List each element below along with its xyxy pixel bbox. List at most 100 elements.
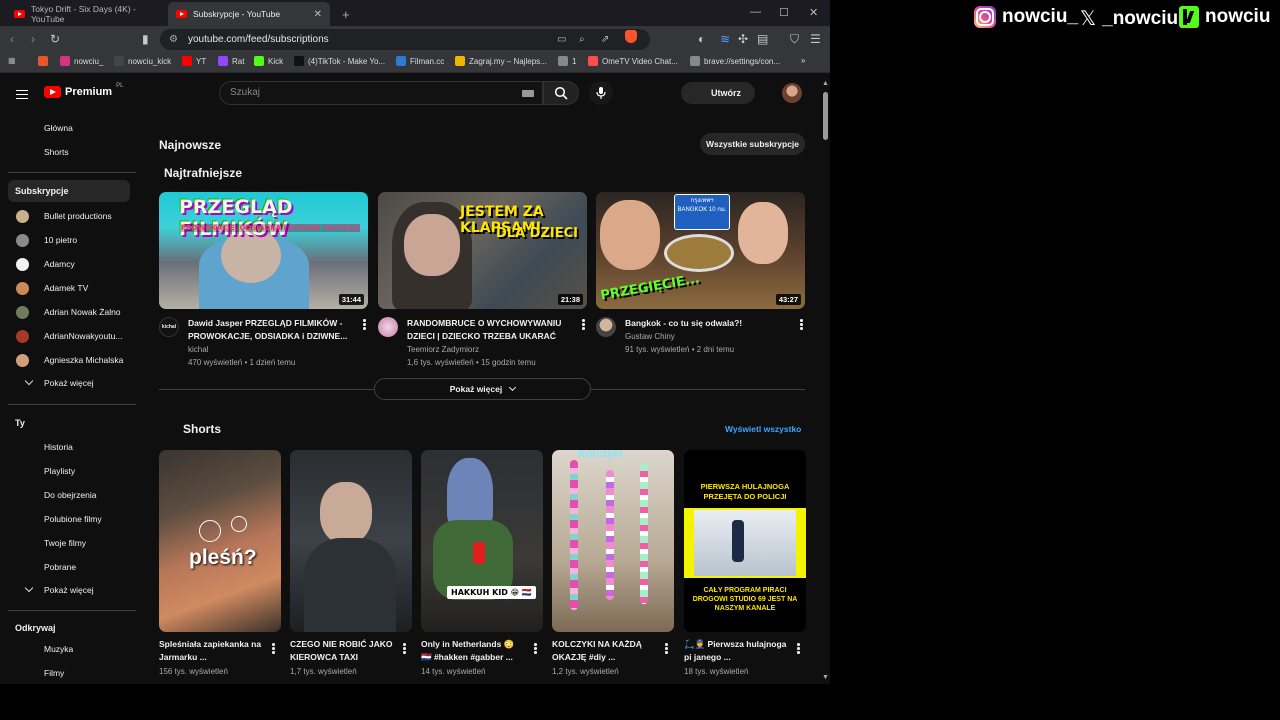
bookmark-icon[interactable]: ▮ [142, 31, 149, 47]
more-actions-icon[interactable] [582, 319, 585, 331]
scrollbar[interactable]: ▲ ▼ [820, 80, 830, 684]
sidebar-channel-item[interactable]: Bullet productions [8, 205, 130, 227]
video-card[interactable]: กรุงเทพฯ BANGKOK 10 กม. PRZEGIĘCIE... 43… [596, 192, 805, 365]
hamburger-menu-icon[interactable] [16, 87, 28, 102]
sidebar-show-more-you[interactable]: Pokaż więcej [8, 579, 130, 601]
short-card[interactable]: PIERWSZA HULAJNOGA PRZEJĘTA DO POLICJI C… [684, 450, 806, 676]
sidebar-you-item[interactable]: Do obejrzenia [8, 484, 130, 506]
sidebar-channel-item[interactable]: AdrianNowakyoutu... [8, 325, 130, 347]
video-card[interactable]: JESTEM ZA KLAPSAMI DLA DZIECI 21:38 RAND… [378, 192, 587, 367]
scrollbar-thumb[interactable] [823, 92, 828, 140]
more-actions-icon[interactable] [534, 643, 537, 655]
zoom-icon[interactable]: ⌕ [579, 29, 585, 50]
apps-grid-icon[interactable]: ▦ [8, 56, 16, 65]
tab-subscriptions[interactable]: Subskrypcje - YouTube ✕ [168, 2, 330, 26]
short-thumbnail[interactable]: pleśń? [159, 450, 281, 632]
channel-avatar[interactable] [596, 317, 616, 337]
short-card[interactable]: pleśń? Spleśniała zapiekanka na Jarmarku… [159, 450, 281, 676]
sidebar-you-item[interactable]: Polubione filmy [8, 508, 130, 530]
sidebar-channel-item[interactable]: Adamek TV [8, 277, 130, 299]
maximize-icon[interactable]: ☐ [779, 6, 789, 19]
vpn-shield-icon[interactable]: ⛉ [790, 31, 799, 47]
short-title[interactable]: 🛴👮 Pierwsza hulajnoga pi janego ... [684, 638, 790, 664]
sidebar-show-more-subscriptions[interactable]: Pokaż więcej [8, 372, 130, 394]
bookmark-item[interactable]: 1 [558, 56, 576, 66]
short-title[interactable]: Spleśniała zapiekanka na Jarmarku ... [159, 638, 265, 664]
more-actions-icon[interactable] [403, 643, 406, 655]
brave-shields-icon[interactable] [625, 30, 637, 43]
channel-avatar[interactable]: kichal [159, 317, 179, 337]
forward-icon[interactable]: › [31, 31, 35, 47]
sidebar-explore-item[interactable]: Filmy [8, 662, 130, 684]
bookmark-item[interactable]: nowciu_ [60, 56, 103, 66]
channel-name[interactable]: Gustaw Chiny [625, 332, 675, 341]
sidebar-channel-item[interactable]: Adrian Nowak Żalno [8, 301, 130, 323]
tab-tokyo-drift[interactable]: Tokyo Drift - Six Days (4K) - YouTube [6, 2, 166, 26]
share-icon[interactable]: ⇗ [601, 29, 609, 50]
video-title[interactable]: Dawid Jasper PRZEGLĄD FILMIKÓW - PROWOKA… [188, 317, 351, 343]
reload-icon[interactable]: ↻ [50, 31, 60, 47]
more-actions-icon[interactable] [363, 319, 366, 331]
short-thumbnail[interactable]: PIERWSZA HULAJNOGA PRZEJĘTA DO POLICJI C… [684, 450, 806, 632]
sidebar-item-shorts[interactable]: Shorts [8, 141, 130, 163]
short-title[interactable]: CZEGO NIE ROBIĆ JAKO KIEROWCA TAXI [290, 638, 396, 664]
show-more-videos-button[interactable]: Pokaż więcej [374, 378, 591, 400]
video-title[interactable]: Bangkok - co tu się odwala?! [625, 317, 788, 330]
new-tab-button[interactable]: + [334, 2, 354, 26]
sidebar-channel-item[interactable]: Agnieszka Michalska [8, 349, 130, 371]
channel-name[interactable]: kichal [188, 345, 208, 354]
youtube-premium-logo[interactable]: Premium PL [44, 83, 123, 98]
extension-glasses-icon[interactable]: ◐ [698, 31, 705, 47]
short-thumbnail[interactable]: Kolczyki [552, 450, 674, 632]
sidebar-you-item[interactable]: Twoje filmy [8, 532, 130, 554]
sidebar-explore-item[interactable]: Muzyka [8, 638, 130, 660]
channel-avatar[interactable] [378, 317, 398, 337]
view-all-shorts-link[interactable]: Wyświetl wszystko [725, 424, 801, 434]
sidebar-channel-item[interactable]: Adamcy [8, 253, 130, 275]
sidebar-you-heading[interactable]: Ty [15, 418, 25, 428]
video-card[interactable]: PRZEGLĄD FILMIKÓW PROWOKACJE, ODSIADKA I… [159, 192, 368, 367]
address-bar[interactable]: ⚙ youtube.com/feed/subscriptions ▭ ⌕ ⇗ [160, 29, 650, 50]
bookmark-item[interactable]: nowciu_kick [114, 56, 171, 66]
video-thumbnail[interactable]: กรุงเทพฯ BANGKOK 10 กม. PRZEGIĘCIE... 43… [596, 192, 805, 309]
bookmark-item[interactable]: OmeTV Video Chat... [588, 56, 678, 66]
bookmarks-overflow-icon[interactable]: » [801, 56, 805, 65]
menu-icon[interactable]: ☰ [810, 31, 821, 47]
close-tab-icon[interactable]: ✕ [314, 9, 322, 20]
sidebar-item-home[interactable]: Główna [8, 117, 130, 139]
back-icon[interactable]: ‹ [10, 31, 14, 47]
extension-wave-icon[interactable]: ≋ [720, 31, 730, 47]
sidebar-channel-item[interactable]: 10 pietro [8, 229, 130, 251]
bookmark-item[interactable]: (4)TikTok - Make Yo... [294, 56, 385, 66]
bookmark-item[interactable]: Rat [218, 56, 244, 66]
short-thumbnail[interactable] [290, 450, 412, 632]
channel-name[interactable]: Teemiorz Zadymiorz [407, 345, 479, 354]
site-settings-icon[interactable]: ⚙ [169, 29, 178, 50]
sidebar-you-item[interactable]: Historia [8, 436, 130, 458]
cast-icon[interactable]: ▭ [557, 29, 566, 50]
short-card[interactable]: Kolczyki KOLCZYKI NA KAŻDĄ OKAZJĘ #diy .… [552, 450, 674, 676]
bookmark-item[interactable]: Kick [254, 56, 283, 66]
more-actions-icon[interactable] [665, 643, 668, 655]
sidebar-toggle-icon[interactable]: ▤ [757, 31, 768, 47]
scroll-up-icon[interactable]: ▲ [822, 80, 829, 87]
video-thumbnail[interactable]: JESTEM ZA KLAPSAMI DLA DZIECI 21:38 [378, 192, 587, 309]
bookmark-item[interactable]: YT [182, 56, 206, 66]
sidebar-subscriptions-heading[interactable]: Subskrypcje [8, 180, 130, 202]
short-card[interactable]: HAKKUH KID 😁 🇳🇱 Only in Netherlands 😳 🇳🇱… [421, 450, 543, 676]
video-title[interactable]: RANDOMBRUCE O WYCHOWYWANIU DZIECI | DZIE… [407, 317, 570, 343]
sidebar-you-item[interactable]: Playlisty [8, 460, 130, 482]
bookmark-item[interactable]: Filman.cc [396, 56, 444, 66]
more-actions-icon[interactable] [797, 643, 800, 655]
extensions-puzzle-icon[interactable]: ✣ [738, 31, 748, 47]
all-subscriptions-button[interactable]: Wszystkie subskrypcje [700, 133, 805, 155]
close-window-icon[interactable]: ✕ [809, 6, 818, 19]
short-title[interactable]: KOLCZYKI NA KAŻDĄ OKAZJĘ #diy ... [552, 638, 658, 664]
bookmark-item[interactable] [38, 56, 52, 66]
sidebar-you-item[interactable]: Pobrane [8, 556, 130, 578]
more-actions-icon[interactable] [272, 643, 275, 655]
scroll-down-icon[interactable]: ▼ [822, 674, 829, 681]
bookmark-item[interactable]: Zagraj.my – Najleps... [455, 56, 547, 66]
video-thumbnail[interactable]: PRZEGLĄD FILMIKÓW PROWOKACJE, ODSIADKA I… [159, 192, 368, 309]
bookmark-item[interactable]: brave://settings/con... [690, 56, 780, 66]
